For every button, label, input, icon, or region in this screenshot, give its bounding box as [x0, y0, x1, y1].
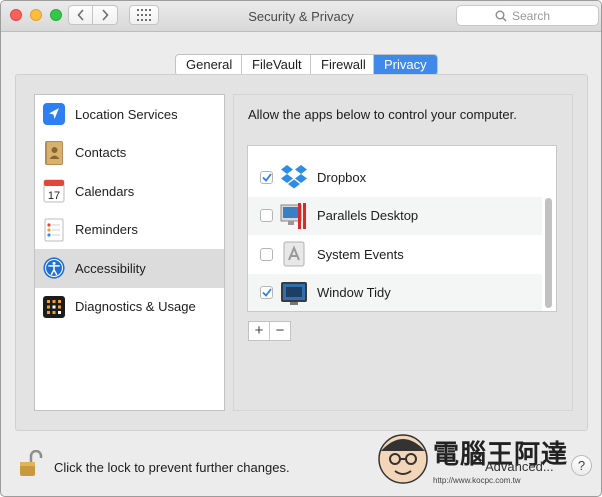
app-row-system-events[interactable]: System Events: [248, 235, 542, 274]
tab-filevault[interactable]: FileVault: [242, 55, 311, 75]
app-row-parallels-desktop[interactable]: Parallels Desktop: [248, 196, 542, 235]
app-row-dropbox[interactable]: Dropbox: [248, 158, 542, 197]
app-label: Parallels Desktop: [317, 208, 419, 224]
search-icon: [495, 10, 507, 22]
sidebar-item-label: Contacts: [75, 145, 127, 161]
privacy-category-list: Location Services Contacts 17 Calendars …: [34, 94, 225, 411]
system-events-checkbox[interactable]: [260, 247, 273, 261]
search-field[interactable]: Search: [456, 5, 599, 26]
title-bar: Security & Privacy Search: [1, 1, 601, 32]
checkmark-icon: [261, 173, 272, 182]
list-item-partial: [248, 146, 542, 150]
tab-general[interactable]: General: [176, 55, 242, 75]
window-tidy-icon: [280, 279, 308, 307]
contacts-icon: [43, 140, 65, 165]
detail-description: Allow the apps below to control your com…: [248, 107, 517, 122]
lock-button[interactable]: [19, 449, 43, 478]
app-list: Dropbox Parallels Desktop System Events …: [247, 145, 557, 312]
lock-text: Click the lock to prevent further change…: [54, 460, 290, 475]
app-label: Window Tidy: [317, 285, 391, 301]
search-placeholder: Search: [512, 8, 551, 23]
tab-firewall[interactable]: Firewall: [311, 55, 374, 75]
add-remove-control: + −: [248, 321, 291, 341]
sidebar-item-contacts[interactable]: Contacts: [35, 134, 224, 173]
sidebar-item-accessibility[interactable]: Accessibility: [35, 249, 224, 288]
sidebar-item-label: Accessibility: [75, 260, 146, 276]
remove-app-button[interactable]: −: [270, 322, 290, 340]
sidebar-item-reminders[interactable]: Reminders: [35, 211, 224, 250]
sidebar-item-diagnostics-usage[interactable]: Diagnostics & Usage: [35, 288, 224, 327]
calendar-icon: 17: [43, 179, 65, 203]
app-row-window-tidy[interactable]: Window Tidy: [248, 273, 542, 311]
unlocked-padlock-icon: [20, 449, 43, 476]
tab-bar: General FileVault Firewall Privacy: [175, 54, 438, 76]
window-tidy-checkbox[interactable]: [260, 286, 273, 300]
sidebar-item-calendars[interactable]: 17 Calendars: [35, 172, 224, 211]
dropbox-icon: [280, 163, 308, 191]
sidebar-item-label: Diagnostics & Usage: [75, 299, 196, 315]
location-icon: [43, 103, 65, 126]
accessibility-icon: [43, 257, 65, 279]
reminders-icon: [43, 218, 65, 242]
svg-text:17: 17: [48, 190, 60, 202]
preferences-window: Security & Privacy Search General FileVa…: [0, 0, 602, 497]
sidebar-item-location-services[interactable]: Location Services: [35, 95, 224, 134]
dropbox-checkbox[interactable]: [260, 170, 273, 184]
sidebar-item-label: Reminders: [75, 222, 138, 238]
app-label: System Events: [317, 246, 404, 262]
advanced-button[interactable]: Advanced...: [485, 459, 554, 474]
parallels-icon: [280, 202, 308, 230]
checkmark-icon: [261, 288, 272, 298]
sidebar-item-label: Location Services: [75, 106, 178, 122]
help-button[interactable]: ?: [571, 455, 592, 476]
parallels-checkbox[interactable]: [260, 209, 273, 223]
diagnostics-icon: [43, 295, 65, 318]
app-label: Dropbox: [317, 169, 367, 185]
watermark-url: http://www.kocpc.com.tw: [433, 476, 521, 485]
tab-privacy[interactable]: Privacy: [374, 55, 437, 75]
add-app-button[interactable]: +: [249, 322, 270, 340]
sidebar-item-label: Calendars: [75, 183, 135, 199]
app-list-scrollbar[interactable]: [545, 198, 552, 308]
system-events-icon: [280, 240, 308, 268]
